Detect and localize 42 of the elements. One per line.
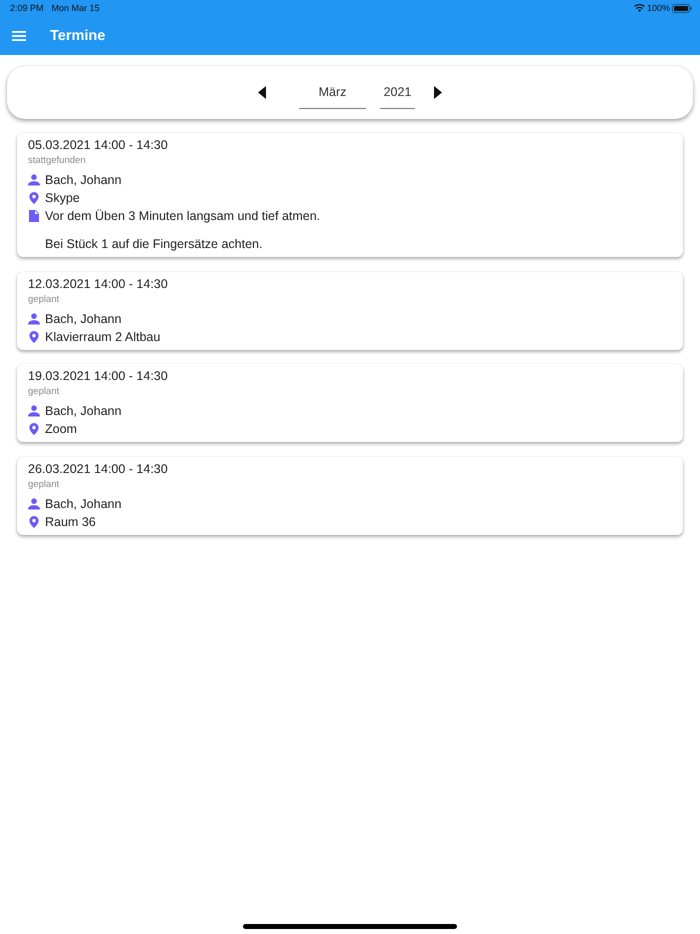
appointment-status: geplant — [28, 478, 60, 492]
appointment-time: 05.03.2021 14:00 - 14:30 — [28, 137, 168, 154]
person-name: Bach, Johann — [45, 310, 122, 328]
person-icon — [28, 312, 40, 324]
location-text: Skype — [45, 190, 80, 207]
person-icon — [28, 174, 40, 186]
battery-icon — [672, 4, 692, 12]
location-text: Klavierraum 2 Altbau — [45, 328, 160, 346]
person-name: Bach, Johann — [45, 403, 122, 420]
appointment-time: 26.03.2021 14:00 - 14:30 — [28, 460, 168, 478]
next-month-icon[interactable] — [434, 86, 442, 99]
note-text: Bei Stück 1 auf die Fingersätze achten. — [45, 236, 262, 253]
note-icon — [28, 210, 40, 222]
location-pin-icon — [28, 192, 40, 204]
battery-percent: 100% — [646, 3, 670, 13]
appointment-time: 19.03.2021 14:00 - 14:30 — [28, 368, 168, 385]
appointment-card[interactable]: 19.03.2021 14:00 - 14:30 geplant Bach, Johann Zoom — [17, 364, 683, 442]
location-text: Zoom — [45, 421, 77, 438]
appointment-time: 12.03.2021 14:00 - 14:30 — [28, 276, 168, 292]
previous-month-icon[interactable] — [258, 86, 266, 99]
appointment-status: geplant — [28, 385, 60, 399]
app-title: Termine — [50, 28, 106, 44]
status-date: Mon Mar 15 — [52, 3, 100, 13]
wifi-icon — [634, 4, 645, 12]
year-dropdown[interactable]: 2021 — [380, 79, 415, 109]
month-dropdown[interactable]: März — [299, 79, 366, 109]
appointment-card[interactable]: 12.03.2021 14:00 - 14:30 geplant Bach, Johann Klavierraum 2 Altbau — [17, 272, 683, 350]
appointment-card[interactable]: 26.03.2021 14:00 - 14:30 geplant Bach, Johann Raum 36 — [17, 456, 683, 534]
note-text: Vor dem Üben 3 Minuten langsam und tief atmen. — [45, 208, 320, 225]
person-icon — [28, 498, 40, 510]
person-name: Bach, Johann — [45, 496, 122, 512]
location-pin-icon — [28, 516, 40, 528]
menu-icon[interactable] — [12, 31, 26, 41]
location-text: Raum 36 — [45, 514, 96, 530]
status-time: 2:09 PM — [10, 3, 44, 13]
location-pin-icon — [28, 330, 40, 342]
person-icon — [28, 405, 40, 417]
location-pin-icon — [28, 423, 40, 435]
appointment-status: geplant — [28, 292, 60, 306]
person-name: Bach, Johann — [45, 172, 122, 189]
appointment-status: stattgefunden — [28, 154, 86, 168]
appointment-card[interactable]: 05.03.2021 14:00 - 14:30 stattgefunden Bach, Johann Skype Vor dem Üben 3 Minuten langsam und tief atmen. Bei Stück 1 auf die Fingersätze achten. — [17, 133, 683, 257]
